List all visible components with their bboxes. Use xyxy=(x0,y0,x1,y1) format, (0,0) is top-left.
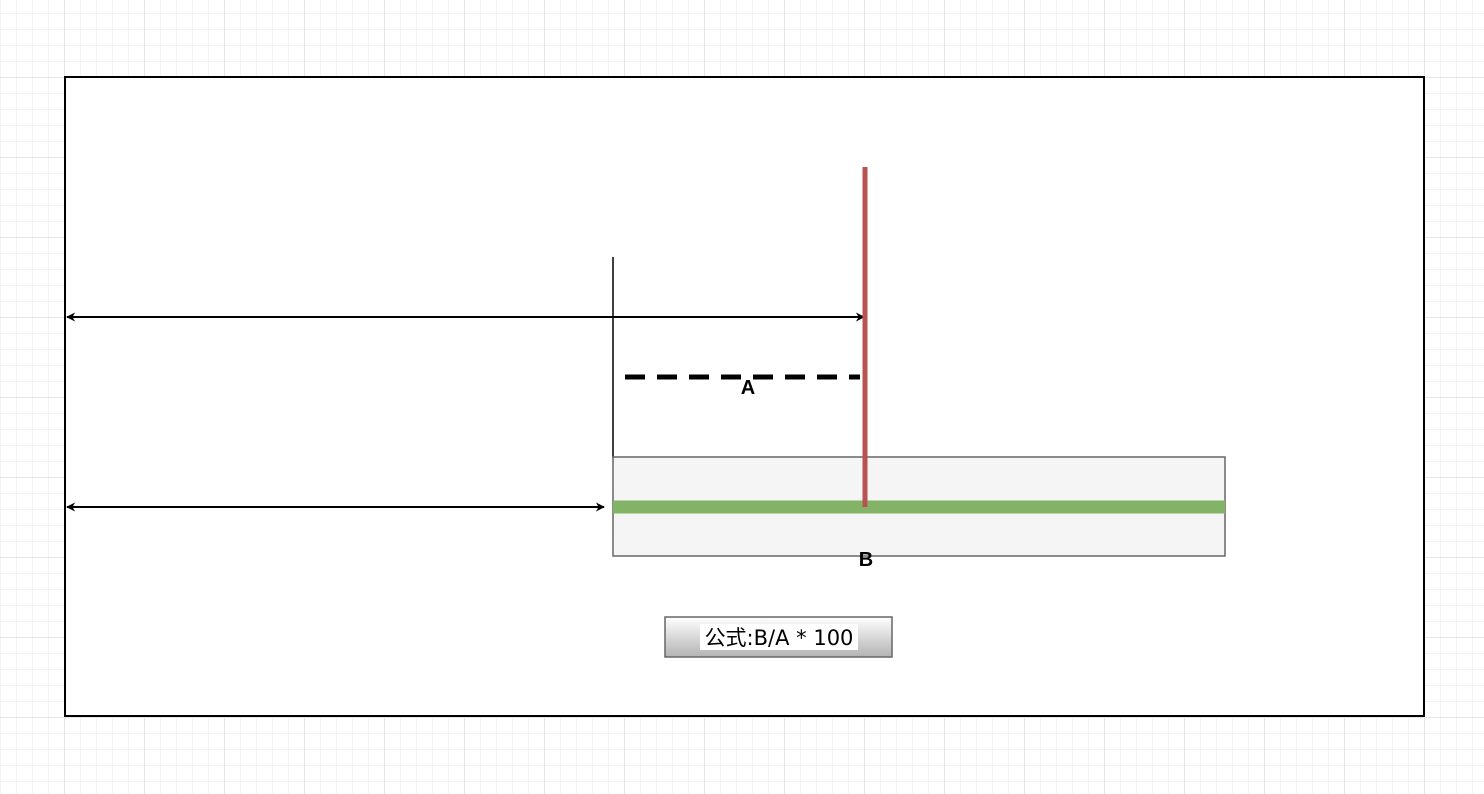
label-b: B xyxy=(859,549,873,571)
label-a: A xyxy=(741,377,755,399)
formula-box[interactable]: 公式:B/A * 100 xyxy=(664,616,893,658)
diagram-canvas: A B 公式:B/A * 100 xyxy=(64,76,1425,717)
formula-text: 公式:B/A * 100 xyxy=(705,626,854,650)
